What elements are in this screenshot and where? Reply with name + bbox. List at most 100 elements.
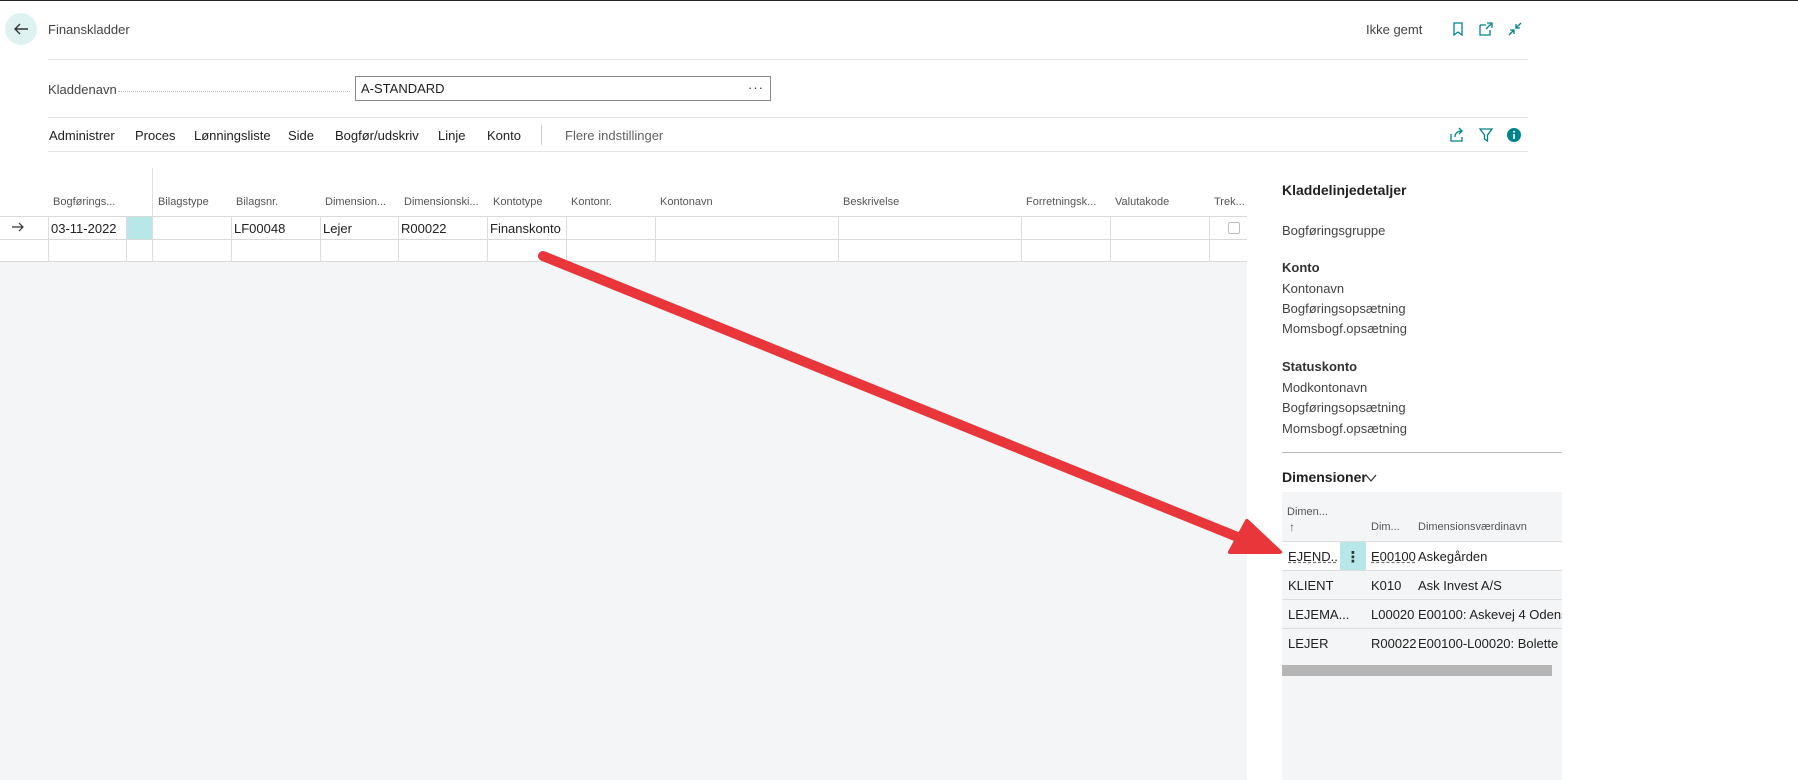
- dimensions-table: Dimen... ↑ Dim... Dimensionsværdinavn EJ…: [1282, 492, 1562, 780]
- save-status: Ikke gemt: [1366, 22, 1423, 37]
- action-bogfor-udskriv[interactable]: Bogfør/udskriv: [335, 128, 419, 143]
- back-button[interactable]: [5, 13, 37, 45]
- grid-col-divider: [487, 216, 488, 262]
- grid-empty-area: [0, 262, 1247, 780]
- actionbar-bottom-divider: [48, 151, 1528, 152]
- col-header-kontonavn[interactable]: Kontonavn: [660, 196, 713, 208]
- col-header-bilagstype[interactable]: Bilagstype: [158, 196, 209, 208]
- factbox-bogforingsgruppe: Bogføringsgruppe: [1282, 223, 1386, 238]
- grid-col-divider: [1110, 216, 1111, 262]
- grid-col-divider: [655, 216, 656, 262]
- dim-value-name: Ask Invest A/S: [1418, 578, 1502, 593]
- trek-checkbox[interactable]: [1228, 222, 1240, 234]
- action-administrer[interactable]: Administrer: [49, 128, 115, 143]
- grid-col-divider: [398, 216, 399, 262]
- cell-dimension[interactable]: Lejer: [323, 221, 352, 236]
- sort-ascending-icon: ↑: [1289, 520, 1295, 534]
- factbox-divider: [1282, 452, 1562, 453]
- row-actions-cell[interactable]: [127, 217, 152, 239]
- open-new-window-icon[interactable]: [1476, 19, 1496, 39]
- dim-value-name: E00100: Askevej 4 Odense.: [1418, 607, 1562, 622]
- dim-value[interactable]: L00020: [1371, 607, 1417, 622]
- more-settings-button[interactable]: Flere indstillinger: [565, 128, 663, 143]
- row-menu-icon[interactable]: ⋮: [1340, 542, 1366, 571]
- kladdenavn-field[interactable]: ···: [355, 76, 771, 101]
- grid-col-divider: [838, 216, 839, 262]
- dim-value[interactable]: K010: [1371, 578, 1417, 593]
- cell-kontotype[interactable]: Finanskonto: [490, 221, 561, 236]
- grid-col-divider: [1021, 216, 1022, 262]
- dim-value[interactable]: R00022: [1371, 636, 1417, 651]
- grid-col-divider: [320, 216, 321, 262]
- factbox-bogforingsopsaetning: Bogføringsopsætning: [1282, 301, 1406, 316]
- grid-row-border: [0, 239, 1247, 240]
- header-divider: [48, 59, 1528, 60]
- grid-col-divider: [566, 216, 567, 262]
- kladdenavn-label: Kladdenavn: [48, 82, 117, 97]
- dim-code[interactable]: LEJEMA...: [1288, 607, 1360, 622]
- dim-col-header-value[interactable]: Dim...: [1371, 521, 1400, 533]
- dim-col-header-valuename[interactable]: Dimensionsværdinavn: [1418, 521, 1527, 533]
- factbox-statuskonto-heading: Statuskonto: [1282, 359, 1358, 374]
- col-header-valutakode[interactable]: Valutakode: [1115, 196, 1169, 208]
- col-header-dimensionskode[interactable]: Dimensionski...: [404, 196, 479, 208]
- dim-value-name: Askegården: [1418, 549, 1488, 564]
- dim-code[interactable]: EJEND...: [1288, 549, 1338, 564]
- col-header-beskrivelse[interactable]: Beskrivelse: [843, 196, 899, 208]
- dim-row[interactable]: LEJEMA... L00020 E00100: Askevej 4 Odens…: [1282, 599, 1562, 629]
- dimensioner-heading[interactable]: Dimensioner: [1282, 469, 1367, 485]
- page-title: Finanskladder: [48, 22, 130, 37]
- dim-code[interactable]: LEJER: [1288, 636, 1360, 651]
- arrow-left-icon: [14, 23, 28, 35]
- grid-col-divider: [48, 216, 49, 262]
- grid-header-border: [0, 216, 1247, 217]
- grid-col-divider: [231, 216, 232, 262]
- horizontal-scrollbar[interactable]: [1282, 665, 1552, 676]
- field-leader-dots: [118, 91, 350, 92]
- action-side[interactable]: Side: [288, 128, 314, 143]
- chevron-down-icon[interactable]: [1365, 471, 1377, 486]
- actionbar-divider: [541, 125, 542, 145]
- action-lonningsliste[interactable]: Lønningsliste: [194, 128, 271, 143]
- dim-row[interactable]: LEJER R00022 E00100-L00020: Bolette Je..…: [1282, 628, 1562, 658]
- action-konto[interactable]: Konto: [487, 128, 521, 143]
- lookup-ellipsis-button[interactable]: ···: [748, 80, 764, 95]
- kladdenavn-input[interactable]: [356, 77, 746, 100]
- factbox-kontonavn: Kontonavn: [1282, 281, 1345, 296]
- col-header-trek[interactable]: Trek...: [1214, 196, 1244, 208]
- collapse-icon[interactable]: [1505, 19, 1525, 39]
- filter-icon[interactable]: [1477, 126, 1495, 144]
- factbox-title: Kladdelinjedetaljer: [1282, 182, 1407, 198]
- cell-dimensionskode[interactable]: R00022: [401, 221, 447, 236]
- factbox-konto-heading: Konto: [1282, 260, 1320, 275]
- share-icon[interactable]: [1448, 126, 1466, 144]
- grid-col-divider: [152, 216, 153, 262]
- dim-col-header-dimension[interactable]: Dimen...: [1287, 506, 1328, 518]
- grid-col-divider: [1209, 216, 1210, 262]
- window-top-border: [0, 0, 1798, 1]
- bookmark-icon[interactable]: [1448, 19, 1468, 39]
- info-icon[interactable]: [1505, 126, 1523, 144]
- dim-row[interactable]: EJEND... ⋮ E00100 Askegården: [1282, 541, 1562, 571]
- cell-bogforingsdato[interactable]: 03-11-2022: [51, 221, 117, 236]
- col-header-kontotype[interactable]: Kontotype: [493, 196, 543, 208]
- col-header-forretningskode[interactable]: Forretningsk...: [1026, 196, 1096, 208]
- factbox-status-bogforingsopsaetning: Bogføringsopsætning: [1282, 400, 1406, 415]
- row-indicator-arrow-icon: [11, 220, 25, 237]
- dim-value-name: E00100-L00020: Bolette Je...: [1418, 636, 1562, 651]
- col-header-kontonr[interactable]: Kontonr.: [571, 196, 612, 208]
- col-header-bogforingsdato[interactable]: Bogførings...: [53, 196, 125, 208]
- action-linje[interactable]: Linje: [438, 128, 465, 143]
- factbox-status-momsbogf-opsaetning: Momsbogf.opsætning: [1282, 421, 1408, 436]
- dim-value[interactable]: E00100: [1371, 549, 1417, 564]
- actionbar-top-divider: [48, 117, 1528, 118]
- dim-row[interactable]: KLIENT K010 Ask Invest A/S: [1282, 570, 1562, 600]
- col-header-bilagsnr[interactable]: Bilagsnr.: [236, 196, 278, 208]
- col-header-dimension[interactable]: Dimension...: [325, 196, 386, 208]
- dim-code[interactable]: KLIENT: [1288, 578, 1360, 593]
- frozen-column-divider: [152, 168, 153, 216]
- factbox-momsbogf-opsaetning: Momsbogf.opsætning: [1282, 321, 1408, 336]
- factbox-modkontonavn: Modkontonavn: [1282, 380, 1368, 395]
- cell-bilagsnr[interactable]: LF00048: [234, 221, 285, 236]
- action-proces[interactable]: Proces: [135, 128, 175, 143]
